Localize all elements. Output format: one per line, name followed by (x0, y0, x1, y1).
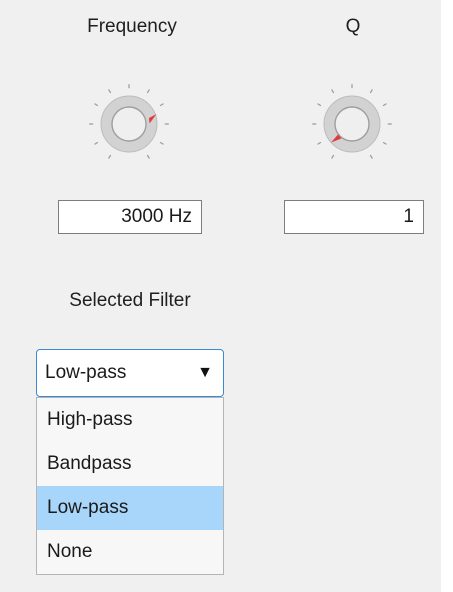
q-knob[interactable] (302, 74, 402, 174)
filter-option-low-pass[interactable]: Low-pass (37, 486, 223, 530)
q-value-field[interactable]: 1 (284, 200, 424, 234)
selected-filter-label: Selected Filter (69, 290, 191, 311)
filter-option-high-pass[interactable]: High-pass (37, 398, 223, 442)
frequency-label: Frequency (87, 16, 177, 37)
frequency-knob[interactable] (79, 74, 179, 174)
q-label: Q (345, 16, 361, 37)
filter-option-none[interactable]: None (37, 530, 223, 574)
filter-dropdown-value: Low-pass (45, 362, 127, 383)
filter-control-panel: Frequency Q 3000 Hz 1 Selected Filter Lo… (0, 0, 441, 592)
filter-dropdown[interactable]: Low-pass ▼ (36, 349, 224, 397)
chevron-down-icon[interactable]: ▼ (197, 350, 213, 396)
frequency-value-field[interactable]: 3000 Hz (58, 200, 202, 234)
filter-option-bandpass[interactable]: Bandpass (37, 442, 223, 486)
filter-options-list: High-pass Bandpass Low-pass None (36, 397, 224, 575)
